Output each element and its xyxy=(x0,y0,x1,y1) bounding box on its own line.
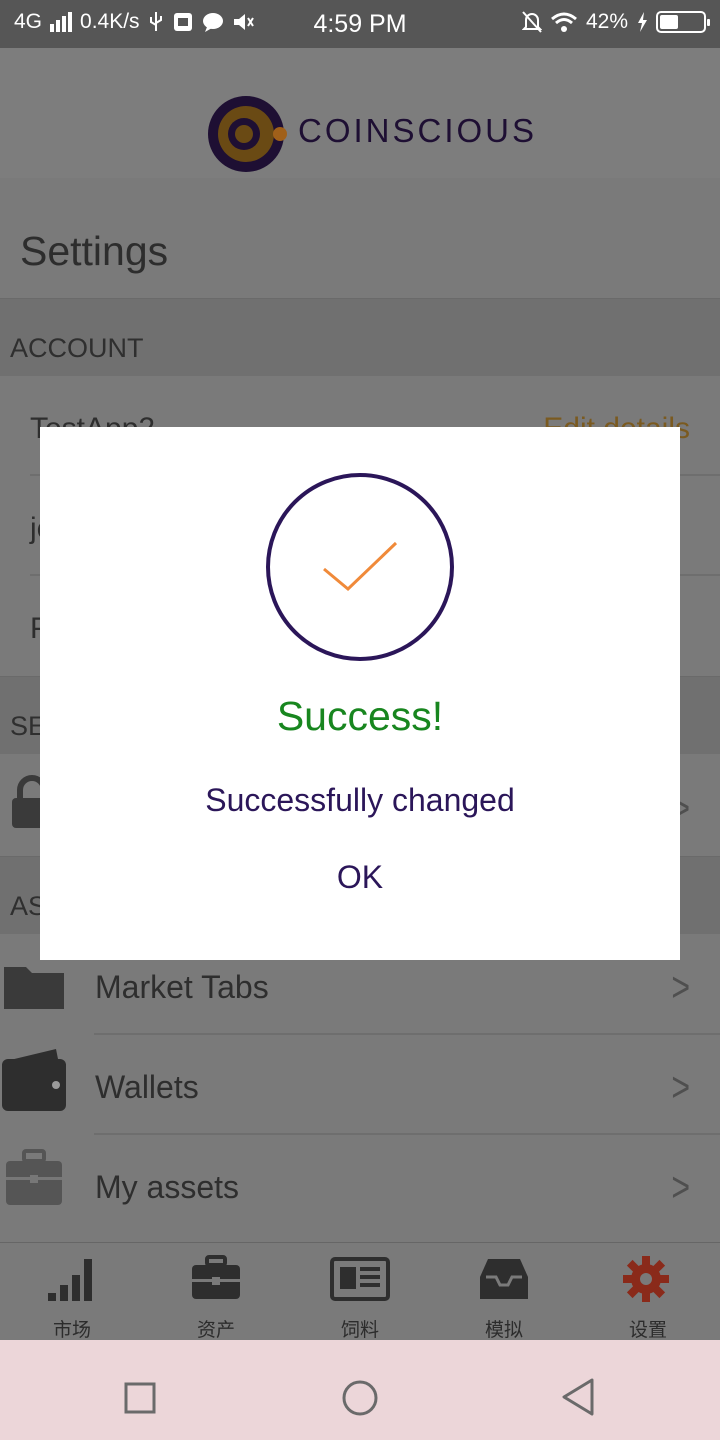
ok-button[interactable]: OK xyxy=(310,859,410,896)
list-item-label: Wallets xyxy=(95,1069,199,1105)
tab-label: 饲料 xyxy=(340,1320,379,1341)
tab-label: 市场 xyxy=(52,1320,91,1341)
list-item-my-assets[interactable]: My assets > xyxy=(0,1135,720,1235)
bottom-tab-bar: 市场 资产 饲料 模拟 设置 xyxy=(0,1242,720,1341)
success-check-icon xyxy=(266,473,454,661)
dialog-title: Success! xyxy=(276,693,444,739)
tab-market[interactable]: 市场 xyxy=(0,1243,144,1341)
app-header: COINSCIOUS xyxy=(0,48,720,178)
dialog-message: Successfully changed xyxy=(205,782,515,818)
list-item-wallets[interactable]: Wallets > xyxy=(0,1035,720,1135)
chevron-right-icon: > xyxy=(671,963,690,1011)
success-dialog: Success! Successfully changed OK xyxy=(40,427,680,960)
bell-off-icon xyxy=(521,11,542,33)
folder-icon xyxy=(4,967,64,1009)
battery-fill xyxy=(660,15,678,29)
briefcase-icon xyxy=(192,1255,240,1299)
tab-feed[interactable]: 饲料 xyxy=(288,1243,432,1341)
brand-name: COINSCIOUS xyxy=(298,112,538,149)
tab-label: 设置 xyxy=(628,1320,667,1341)
home-button[interactable] xyxy=(342,1380,378,1416)
charging-icon xyxy=(638,12,647,32)
page-title: Settings xyxy=(20,228,169,274)
status-bar: 4G 0.4K/s 4:59 PM 42% xyxy=(0,0,720,48)
tab-label: 资产 xyxy=(196,1320,235,1341)
tab-simulate[interactable]: 模拟 xyxy=(432,1243,576,1341)
tab-settings[interactable]: 设置 xyxy=(576,1243,720,1341)
tab-assets[interactable]: 资产 xyxy=(144,1243,288,1341)
list-item-label: Market Tabs xyxy=(95,969,269,1005)
inbox-icon xyxy=(480,1259,528,1299)
recent-apps-button[interactable] xyxy=(124,1382,156,1414)
battery-icon xyxy=(656,11,710,33)
section-account: ACCOUNT xyxy=(0,298,720,376)
section-label: ACCOUNT xyxy=(10,333,144,363)
chevron-right-icon: > xyxy=(671,1163,690,1211)
title-bar: Settings xyxy=(0,178,720,298)
newspaper-icon xyxy=(330,1257,390,1301)
tab-label: 模拟 xyxy=(484,1320,523,1341)
list-item-label: My assets xyxy=(95,1169,240,1205)
wallet-icon xyxy=(2,1049,66,1111)
status-right: 42% xyxy=(521,10,710,34)
signal-bars-icon xyxy=(48,1259,92,1301)
wifi-icon xyxy=(551,12,577,32)
back-button[interactable] xyxy=(560,1378,596,1416)
gear-icon xyxy=(623,1256,669,1302)
chevron-right-icon: > xyxy=(671,1063,690,1111)
coinscious-logo-icon xyxy=(208,96,287,172)
battery-percent: 42% xyxy=(585,10,628,33)
system-nav-bar xyxy=(0,1340,720,1440)
briefcase-icon xyxy=(6,1149,62,1205)
